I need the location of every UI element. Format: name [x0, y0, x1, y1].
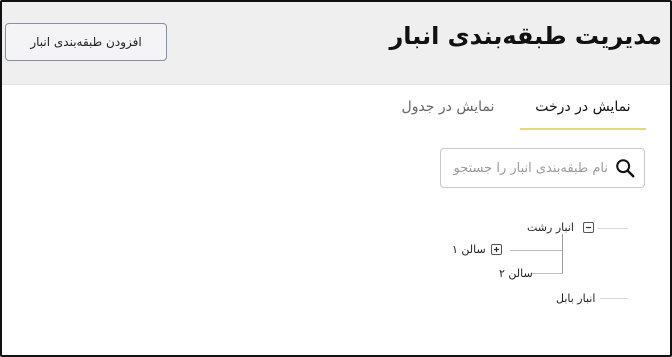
tree-connector [532, 273, 563, 274]
tree-node-label-salon-2[interactable]: سالن ۲ [499, 267, 533, 281]
app-window: مدیریت طبقه‌بندی انبار افزودن طبقه‌بندی … [0, 0, 672, 357]
expand-icon[interactable] [491, 244, 502, 255]
tree-connector [600, 298, 628, 299]
tab-tree-view[interactable]: نمایش در درخت [519, 86, 646, 130]
page-title: مدیریت طبقه‌بندی انبار [389, 22, 662, 50]
search-icon[interactable] [614, 157, 636, 179]
page-header: مدیریت طبقه‌بندی انبار افزودن طبقه‌بندی … [2, 2, 670, 85]
tree-branch-line [562, 234, 563, 274]
tab-table-view[interactable]: نمایش در جدول [376, 86, 520, 130]
view-tabs: نمایش در درخت نمایش در جدول [376, 86, 646, 130]
tree-connector [510, 250, 562, 251]
search-input[interactable] [441, 153, 614, 183]
tree-node-label-babol[interactable]: انبار بابل [556, 292, 595, 306]
tree-node-label-rasht[interactable]: انبار رشت [527, 221, 574, 235]
collapse-icon[interactable] [583, 222, 594, 233]
tree-connector [598, 228, 628, 229]
search-box [440, 148, 645, 188]
tree-node-label-salon-1[interactable]: سالن ۱ [452, 243, 486, 257]
add-warehouse-category-button[interactable]: افزودن طبقه‌بندی انبار [5, 23, 167, 61]
